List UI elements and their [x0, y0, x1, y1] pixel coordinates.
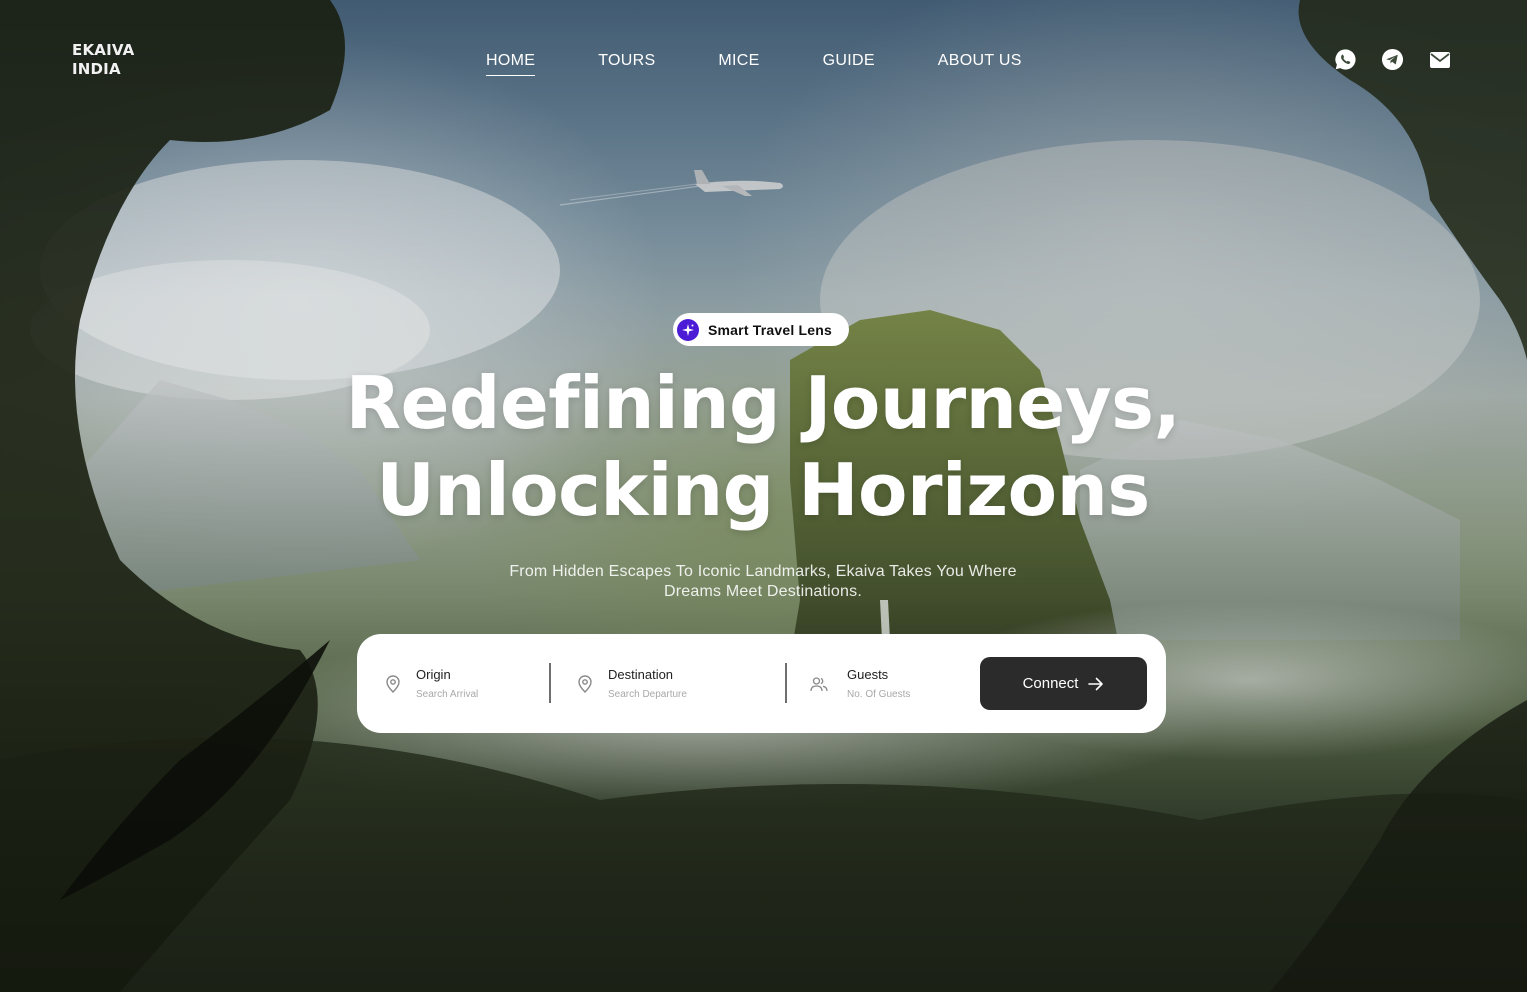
whatsapp-icon[interactable]	[1334, 48, 1357, 71]
nav-item-guide[interactable]: GUIDE	[823, 52, 875, 76]
subtitle-line-2: Dreams Meet Destinations.	[664, 583, 862, 600]
destination-field[interactable]: Destination Search Departure	[575, 634, 775, 733]
arrow-right-icon	[1088, 677, 1104, 690]
users-icon	[809, 674, 829, 694]
telegram-icon[interactable]	[1381, 48, 1404, 71]
guests-label: Guests	[847, 667, 889, 682]
origin-field[interactable]: Origin Search Arrival	[383, 634, 543, 733]
nav-item-tours[interactable]: TOURS	[598, 52, 655, 76]
field-divider	[549, 663, 551, 703]
hero-headline: Redefining Journeys, Unlocking Horizons	[263, 360, 1263, 534]
origin-label: Origin	[416, 667, 451, 682]
sparkle-icon	[677, 318, 699, 341]
connect-button-label: Connect	[1022, 675, 1079, 692]
origin-placeholder: Search Arrival	[416, 689, 479, 700]
trip-search-bar: Origin Search Arrival Destination Search…	[357, 634, 1166, 733]
hero-subtitle: From Hidden Escapes To Iconic Landmarks,…	[463, 562, 1063, 602]
nav-item-home[interactable]: HOME	[486, 52, 536, 76]
smart-travel-lens-badge[interactable]: Smart Travel Lens	[673, 313, 849, 346]
nav-item-about-us[interactable]: ABOUT US	[938, 52, 1022, 76]
location-pin-icon	[575, 674, 595, 694]
social-links	[1334, 48, 1451, 71]
main-nav: HOME TOURS MICE GUIDE ABOUT US	[486, 52, 1022, 76]
connect-button[interactable]: Connect	[980, 657, 1147, 710]
nav-item-mice[interactable]: MICE	[718, 52, 759, 76]
brand-logo[interactable]: EKAIVA INDIA	[72, 41, 134, 79]
location-pin-icon	[383, 674, 403, 694]
guests-placeholder: No. Of Guests	[847, 689, 911, 700]
headline-line-1: Redefining Journeys,	[345, 361, 1181, 445]
brand-line-1: EKAIVA	[72, 41, 135, 59]
field-divider	[785, 663, 787, 703]
subtitle-line-1: From Hidden Escapes To Iconic Landmarks,…	[509, 563, 1017, 580]
destination-placeholder: Search Departure	[608, 689, 687, 700]
mail-icon[interactable]	[1428, 48, 1451, 71]
brand-line-2: INDIA	[72, 60, 121, 78]
destination-label: Destination	[608, 667, 674, 682]
guests-field[interactable]: Guests No. Of Guests	[809, 634, 969, 733]
headline-line-2: Unlocking Horizons	[376, 448, 1150, 532]
badge-label: Smart Travel Lens	[708, 321, 833, 338]
